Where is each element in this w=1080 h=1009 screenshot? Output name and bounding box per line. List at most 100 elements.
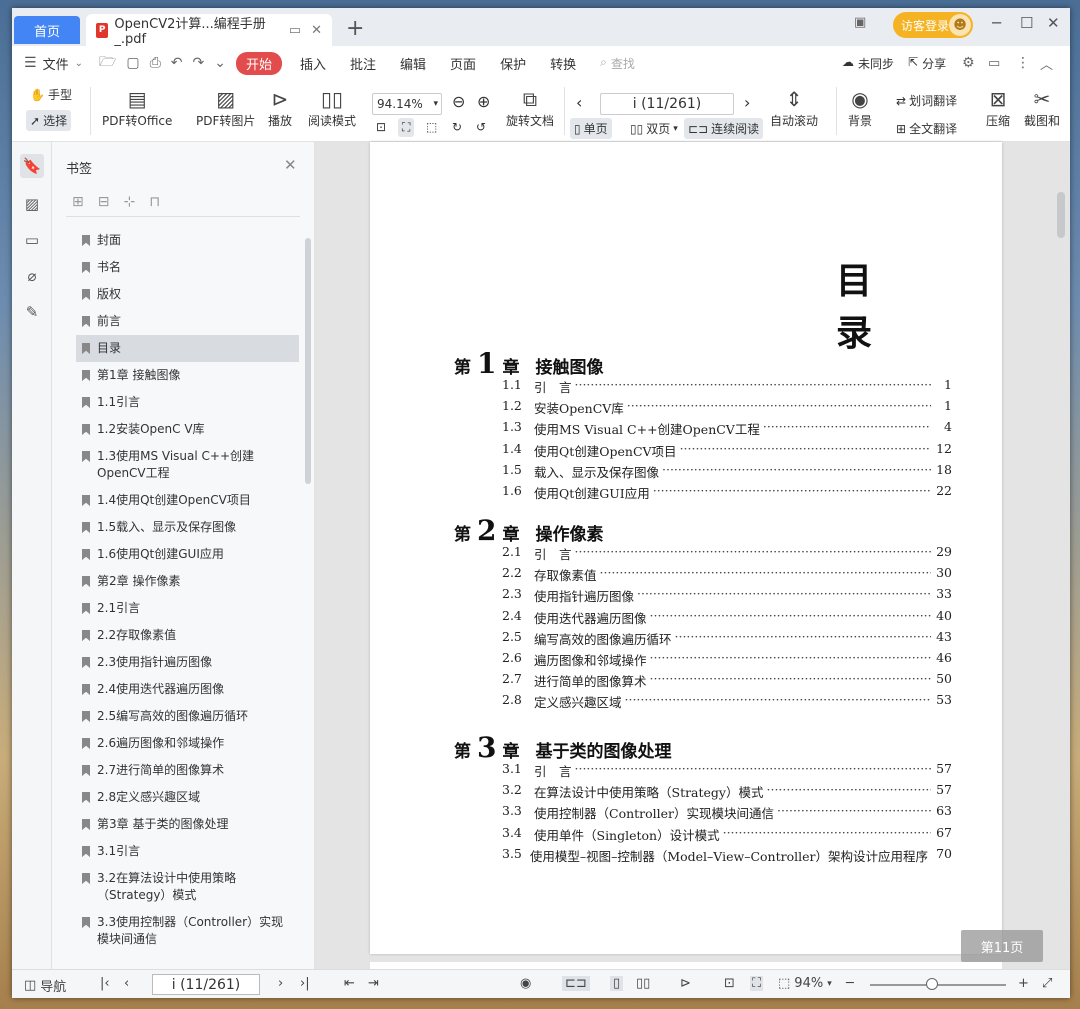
bookmark-item[interactable]: 2.7进行简单的图像算术 <box>76 757 299 784</box>
read-mode-button[interactable]: ▯▯ 阅读模式 <box>308 86 356 129</box>
menu-protect[interactable]: 保护 <box>500 54 526 73</box>
select-tool-button[interactable]: ➚ 选择 <box>26 110 72 131</box>
bookmark-item[interactable]: 1.4使用Qt创建OpenCV项目 <box>76 487 299 514</box>
rotate-cw-icon[interactable]: ↻ <box>452 120 462 134</box>
toc-entry[interactable]: 2.7 进行简单的图像算术 ····························… <box>502 671 952 690</box>
fit-page-icon[interactable]: ⛶ <box>750 976 764 991</box>
bookmark-item[interactable]: 版权 <box>76 281 299 308</box>
compress-button[interactable]: ⊠ 压缩 <box>986 86 1010 129</box>
bookmark-item[interactable]: 1.5载入、显示及保存图像 <box>76 514 299 541</box>
single-page-icon[interactable]: ▯ <box>610 976 624 991</box>
next-page-icon[interactable]: › <box>744 93 750 112</box>
toc-entry[interactable]: 3.4 使用单件（Singleton）设计模式 ··················… <box>502 825 952 844</box>
close-window-icon[interactable]: ✕ <box>1047 14 1060 32</box>
expand-all-icon[interactable]: ⊞ <box>72 194 84 210</box>
rotate-doc-button[interactable]: ⧉ 旋转文档 <box>506 86 554 129</box>
fit-width-icon[interactable]: ⬚ <box>426 120 437 134</box>
double-page-icon[interactable]: ▯▯ <box>636 976 650 991</box>
toc-entry[interactable]: 2.1 引 言 ··································… <box>502 544 952 563</box>
comment-icon[interactable]: ▭ <box>20 228 44 252</box>
navigation-toggle[interactable]: ◫ 导航 <box>24 976 66 995</box>
toc-entry[interactable]: 1.2 安装OpenCV库 ····························… <box>502 398 952 417</box>
prev-page-icon[interactable]: ‹ <box>576 93 582 112</box>
document-scrollbar[interactable] <box>1057 192 1065 238</box>
toc-entry[interactable]: 1.3 使用MS Visual C++创建OpenCV工程 ············… <box>502 419 952 438</box>
attachment-icon[interactable]: ⌀ <box>20 264 44 288</box>
menu-convert[interactable]: 转换 <box>550 54 576 73</box>
guest-login-button[interactable]: 访客登录 ☻ <box>893 12 973 38</box>
menu-file[interactable]: 文件 <box>43 54 69 73</box>
open-folder-icon[interactable]: 🗁 <box>99 51 116 75</box>
bookmark-item[interactable]: 封面 <box>76 227 299 254</box>
save-icon[interactable]: ▢ <box>126 55 139 71</box>
single-page-button[interactable]: ▯ 单页 <box>570 118 612 139</box>
signature-icon[interactable]: ✎ <box>20 300 44 324</box>
bookmark-panel-icon[interactable]: 🔖 <box>20 154 44 178</box>
bookmark-item[interactable]: 书名 <box>76 254 299 281</box>
zoom-slider-track[interactable] <box>870 984 1006 986</box>
toc-entry[interactable]: 2.8 定义感兴趣区域 ······························… <box>502 692 952 711</box>
tab-pin-icon[interactable]: ▭ <box>289 23 301 38</box>
background-button[interactable]: ◉ 背景 <box>848 86 872 129</box>
menu-page[interactable]: 页面 <box>450 54 476 73</box>
back-icon[interactable]: ⇤ <box>344 976 355 991</box>
zoom-out-icon[interactable]: ─ <box>846 976 854 991</box>
toc-entry[interactable]: 2.5 编写高效的图像遍历循环 ··························… <box>502 629 952 648</box>
menu-edit[interactable]: 编辑 <box>400 54 426 73</box>
toc-entry[interactable]: 1.5 载入、显示及保存图像 ···························… <box>502 462 952 481</box>
bookmark-item[interactable]: 2.1引言 <box>76 595 299 622</box>
zoom-out-icon[interactable]: ⊖ <box>452 92 465 111</box>
hamburger-icon[interactable]: ☰ <box>24 55 37 71</box>
play-button[interactable]: ⊳ 播放 <box>268 86 292 129</box>
settings-icon[interactable]: ⚙ <box>962 55 975 71</box>
hand-tool-button[interactable]: ✋ 手型 <box>30 86 72 103</box>
bookmark-item[interactable]: 2.5编写高效的图像遍历循环 <box>76 703 299 730</box>
toc-entry[interactable]: 2.4 使用迭代器遍历图像 ····························… <box>502 608 952 627</box>
actual-size-icon[interactable]: ⊡ <box>376 120 386 134</box>
bookmark-item[interactable]: 3.1引言 <box>76 838 299 865</box>
bookmark-item[interactable]: 第3章 基于类的图像处理 <box>76 811 299 838</box>
new-tab-button[interactable]: + <box>346 16 364 41</box>
message-icon[interactable]: ▭ <box>988 56 1000 71</box>
next-page-icon[interactable]: › <box>278 976 283 991</box>
search-box[interactable]: ⌕ 查找 <box>600 55 635 72</box>
status-page-input[interactable]: i (11/261) <box>152 974 260 995</box>
document-tab[interactable]: P OpenCV2计算...编程手册_.pdf ▭ ✕ <box>86 14 332 47</box>
screenshot-button[interactable]: ✂ 截图和 <box>1024 86 1060 129</box>
collapse-ribbon-icon[interactable]: ︿ <box>1040 54 1053 73</box>
menu-start[interactable]: 开始 <box>235 51 282 75</box>
pdf-to-image-button[interactable]: ▨ PDF转图片 <box>196 86 255 129</box>
continuous-mode-icon[interactable]: ⊏⊐ <box>562 976 590 991</box>
bookmark-item[interactable]: 1.6使用Qt创建GUI应用 <box>76 541 299 568</box>
toc-entry[interactable]: 3.3 使用控制器（Controller）实现模块间通信 ·············… <box>502 803 952 822</box>
add-bookmark-icon[interactable]: ⊹ <box>123 194 135 210</box>
workspace-icon[interactable]: ▣ <box>854 15 866 30</box>
home-tab[interactable]: 首页 <box>14 16 80 44</box>
fit-page-icon[interactable]: ⛶ <box>398 118 415 137</box>
toc-entry[interactable]: 3.1 引 言 ··································… <box>502 761 952 780</box>
bookmark-item[interactable]: 2.3使用指针遍历图像 <box>76 649 299 676</box>
bookmark-item[interactable]: 1.3使用MS Visual C++创建OpenCV工程 <box>76 443 299 487</box>
bookmark-icon[interactable]: ⊓ <box>149 194 160 210</box>
bookmark-item[interactable]: 1.2安装OpenC V库 <box>76 416 299 443</box>
toc-entry[interactable]: 3.2 在算法设计中使用策略（Strategy）模式 ···············… <box>502 782 952 801</box>
play-icon[interactable]: ⊳ <box>680 976 691 991</box>
full-translate-button[interactable]: ⊞ 全文翻译 <box>896 120 957 137</box>
more-quick-icon[interactable]: ⌄ <box>214 55 226 71</box>
toc-entry[interactable]: 1.1 引 言 ··································… <box>502 377 952 396</box>
more-icon[interactable]: ⋮ <box>1016 55 1030 71</box>
close-icon[interactable]: ✕ <box>284 156 297 174</box>
bookmark-item[interactable]: 目录 <box>76 335 299 362</box>
redo-icon[interactable]: ↷ <box>193 55 205 71</box>
print-icon[interactable]: ⎙ <box>150 55 161 71</box>
double-page-button[interactable]: ▯▯ 双页 ▾ <box>630 120 678 137</box>
status-zoom-select[interactable]: ⬚ 94% ▾ <box>778 976 832 991</box>
eye-care-icon[interactable]: ◉ <box>520 976 531 991</box>
tab-close-icon[interactable]: ✕ <box>311 23 322 38</box>
pdf-to-office-button[interactable]: ▤ PDF转Office <box>102 86 172 129</box>
toc-entry[interactable]: 2.3 使用指针遍历图像 ·····························… <box>502 586 952 605</box>
menu-annotate[interactable]: 批注 <box>350 54 376 73</box>
bookmark-item[interactable]: 2.6遍历图像和邻域操作 <box>76 730 299 757</box>
chevron-down-icon[interactable]: ⌄ <box>75 58 83 69</box>
menu-insert[interactable]: 插入 <box>300 54 326 73</box>
